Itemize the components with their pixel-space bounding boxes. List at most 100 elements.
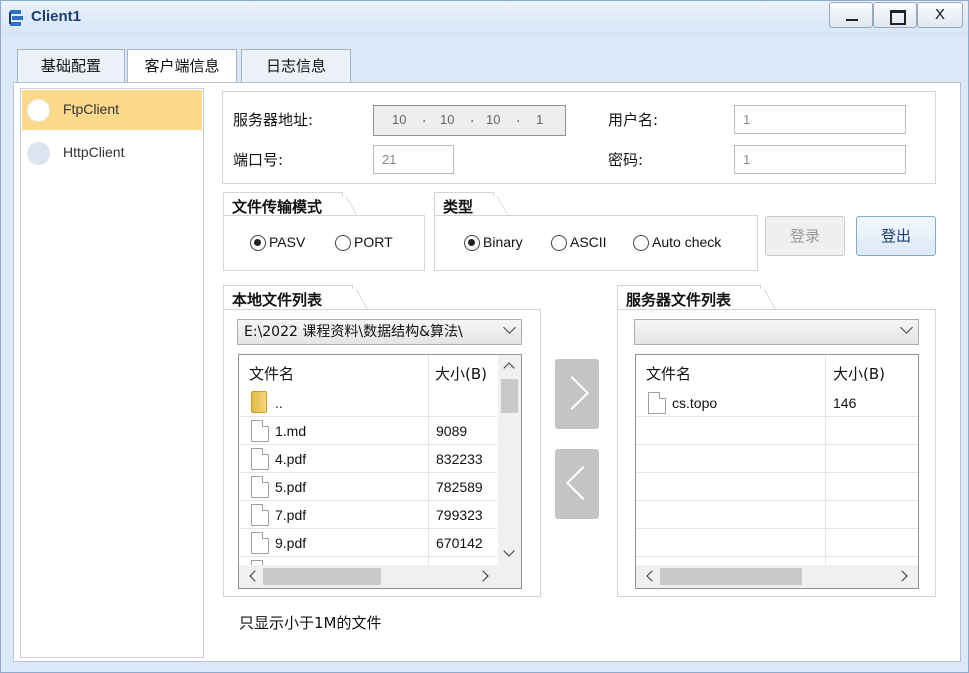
chevron-down-icon: [503, 321, 516, 334]
client-type-list: FtpClient HttpClient: [20, 88, 204, 658]
empty-row: [636, 417, 918, 445]
tab-log-info[interactable]: 日志信息: [241, 49, 351, 82]
radio-indicator: [335, 235, 351, 251]
file-size: 832233: [436, 451, 483, 467]
file-size: 9089: [436, 423, 468, 439]
sidebar-item-ftpclient[interactable]: FtpClient: [22, 90, 202, 130]
radio-indicator: [464, 235, 480, 251]
horizontal-scrollbar[interactable]: [636, 565, 918, 588]
vertical-scrollbar[interactable]: [498, 355, 521, 565]
local-path-value: E:\2022 课程资料\数据结构&算法\: [244, 324, 463, 340]
port-label: 端口号:: [233, 151, 284, 169]
port-field[interactable]: 21: [373, 145, 454, 174]
empty-row: [636, 473, 918, 501]
scroll-left-icon[interactable]: [249, 570, 261, 582]
file-name: 5.pdf: [275, 479, 307, 495]
http-client-icon: [27, 142, 50, 165]
chevron-left-icon: [566, 466, 600, 500]
list-item[interactable]: 4.pdf 832233: [239, 445, 497, 473]
sidebar-item-httpclient[interactable]: HttpClient: [22, 133, 202, 173]
username-label: 用户名:: [608, 111, 659, 129]
local-file-list[interactable]: 文件名 大小(B) .. 1.md 9089 4.pdf 832233 5.pd…: [238, 354, 522, 589]
ip-octet-2: 10: [440, 112, 455, 127]
list-item[interactable]: cs.topo 146: [636, 389, 918, 417]
server-path-dropdown[interactable]: [634, 319, 919, 345]
username-field[interactable]: 1: [734, 105, 906, 134]
ip-octet-4: 1: [536, 112, 544, 127]
radio-label: ASCII: [570, 234, 607, 250]
file-size: 670142: [436, 535, 483, 551]
title-bar: Client1 X: [1, 1, 968, 35]
chevron-right-icon: [555, 376, 589, 410]
file-name: 1.md: [275, 423, 307, 439]
scroll-left-icon[interactable]: [646, 570, 658, 582]
empty-row: [636, 445, 918, 473]
file-size: 799323: [436, 507, 483, 523]
server-file-list[interactable]: 文件名 大小(B) cs.topo 146: [635, 354, 919, 589]
ip-octet-3: 10: [486, 112, 501, 127]
login-button[interactable]: 登录: [765, 216, 845, 256]
file-size: 146: [833, 395, 857, 411]
file-name: ..: [275, 395, 283, 411]
client-window: Client1 X 基础配置 客户端信息 日志信息 FtpClient Http…: [0, 0, 969, 673]
list-item[interactable]: 5.pdf 782589: [239, 473, 497, 501]
ip-octet-1: 10: [392, 112, 407, 127]
password-field[interactable]: 1: [734, 145, 906, 174]
size-column-header[interactable]: 大小(B): [833, 363, 885, 384]
sidebar-item-label: HttpClient: [63, 144, 125, 160]
file-name: 4.pdf: [275, 451, 307, 467]
ftp-client-icon: [27, 99, 50, 122]
horizontal-scrollbar[interactable]: [239, 565, 521, 588]
list-item[interactable]: [239, 557, 497, 568]
file-icon: [251, 476, 269, 498]
list-item[interactable]: ..: [239, 389, 497, 417]
radio-label: PASV: [269, 234, 306, 250]
radio-indicator: [633, 235, 649, 251]
scrollbar-thumb[interactable]: [660, 568, 802, 585]
local-path-dropdown[interactable]: E:\2022 课程资料\数据结构&算法\: [237, 319, 522, 345]
window-title: Client1: [31, 8, 82, 25]
list-item[interactable]: 9.pdf 670142: [239, 529, 497, 557]
download-button[interactable]: [555, 449, 600, 519]
list-item[interactable]: 7.pdf 799323: [239, 501, 497, 529]
logout-button[interactable]: 登出: [856, 216, 936, 256]
radio-label: Binary: [483, 234, 523, 250]
radio-label: Auto check: [652, 234, 722, 250]
file-icon: [251, 420, 269, 442]
maximize-button[interactable]: [873, 2, 917, 28]
file-icon: [251, 504, 269, 526]
file-icon: [648, 392, 666, 414]
server-address-input[interactable]: 10 . 10 . 10 . 1: [373, 105, 566, 136]
list-item[interactable]: 1.md 9089: [239, 417, 497, 445]
size-column-header[interactable]: 大小(B): [435, 363, 487, 384]
file-icon: [251, 448, 269, 470]
file-size: 782589: [436, 479, 483, 495]
empty-row: [636, 501, 918, 529]
file-size-note: 只显示小于1M的文件: [239, 614, 382, 632]
tab-client-info[interactable]: 客户端信息: [127, 49, 237, 83]
file-name: 9.pdf: [275, 535, 307, 551]
ip-dot: .: [516, 110, 521, 126]
scroll-right-icon[interactable]: [896, 570, 908, 582]
radio-indicator: [250, 235, 266, 251]
server-address-label: 服务器地址:: [233, 111, 314, 129]
folder-icon: [251, 391, 267, 413]
scrollbar-thumb[interactable]: [501, 379, 518, 413]
password-label: 密码:: [608, 151, 644, 169]
close-button[interactable]: X: [917, 2, 963, 28]
tab-basic-config[interactable]: 基础配置: [17, 49, 125, 82]
ip-dot: .: [422, 110, 427, 126]
empty-row: [636, 529, 918, 557]
upload-button[interactable]: [555, 359, 599, 429]
name-column-header[interactable]: 文件名: [249, 363, 294, 384]
name-column-header[interactable]: 文件名: [646, 363, 691, 384]
scroll-down-icon[interactable]: [503, 545, 515, 557]
radio-label: PORT: [354, 234, 393, 250]
file-icon: [251, 532, 269, 554]
scroll-up-icon[interactable]: [503, 362, 515, 374]
chevron-down-icon: [900, 321, 913, 334]
sidebar-item-label: FtpClient: [63, 101, 120, 117]
scrollbar-thumb[interactable]: [263, 568, 381, 585]
minimize-button[interactable]: [829, 2, 873, 28]
scroll-right-icon[interactable]: [477, 570, 489, 582]
